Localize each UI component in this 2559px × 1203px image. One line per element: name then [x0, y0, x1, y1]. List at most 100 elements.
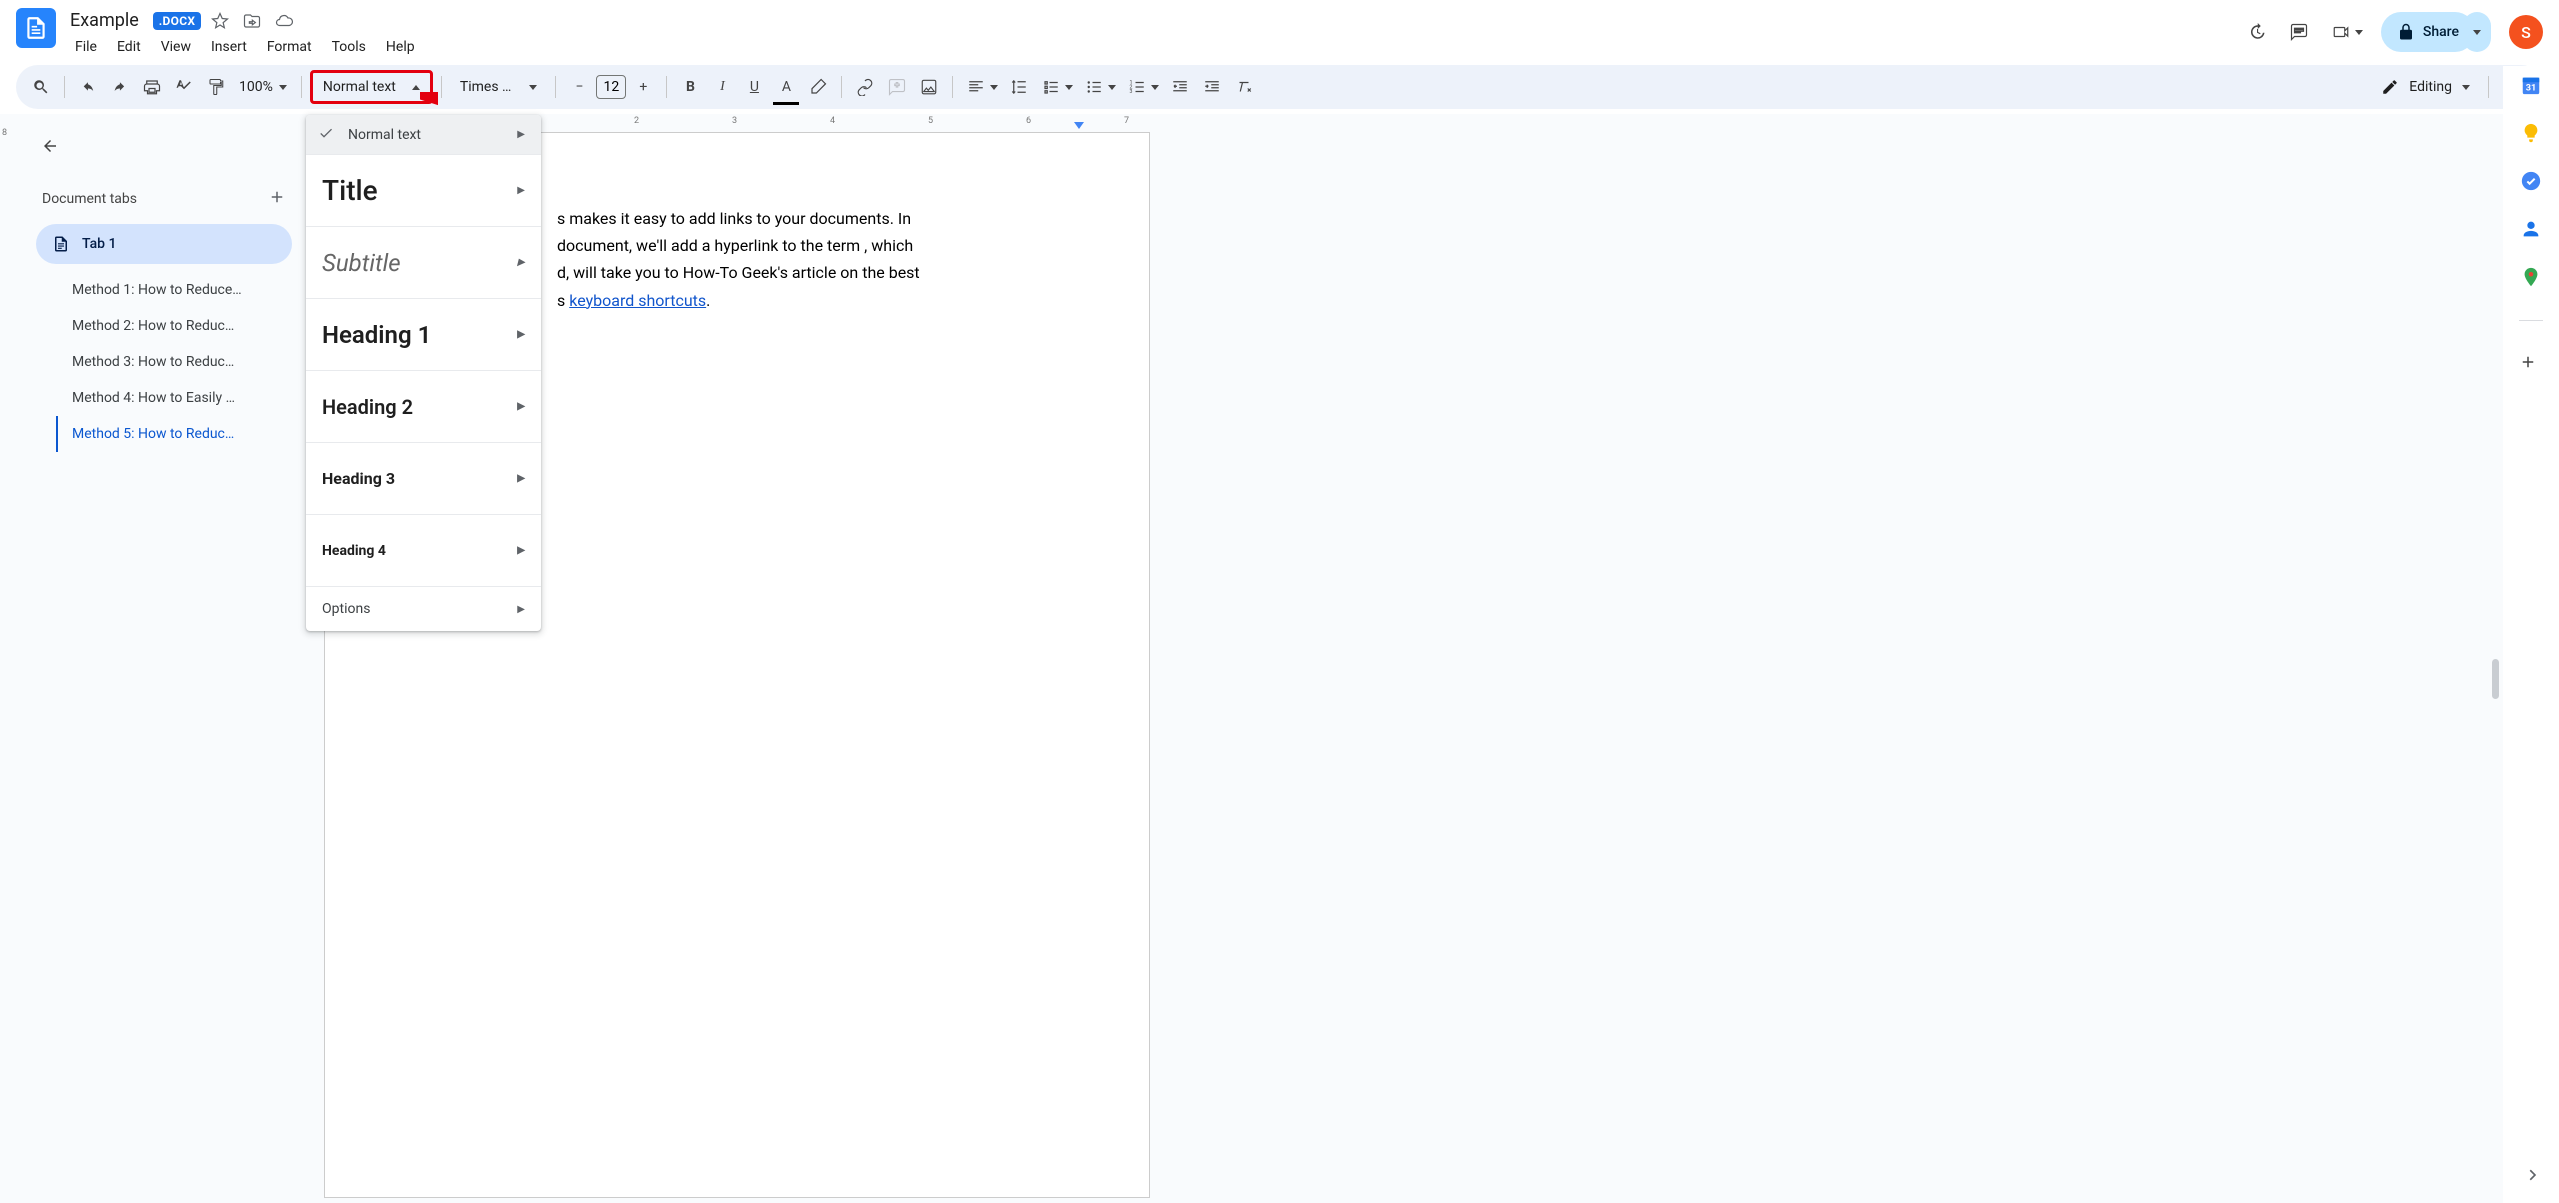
spellcheck-icon[interactable] — [169, 72, 199, 102]
toolbar: 100% Normal text Times … − + B I U A — [16, 65, 2543, 109]
paragraph-style-selector[interactable]: Normal text — [310, 70, 433, 104]
tab-label: Tab 1 — [82, 236, 116, 252]
underline-icon[interactable]: U — [739, 72, 769, 102]
font-size-input[interactable] — [596, 75, 626, 99]
submenu-arrow-icon: ▶ — [517, 185, 525, 196]
submenu-arrow-icon: ▶ — [517, 545, 525, 556]
menu-tools[interactable]: Tools — [323, 35, 375, 59]
hyperlink[interactable]: keyboard shortcuts — [569, 291, 706, 310]
star-icon[interactable] — [211, 12, 229, 30]
bulleted-list-icon[interactable] — [1079, 72, 1109, 102]
add-tab-icon[interactable] — [268, 188, 286, 210]
search-menus-icon[interactable] — [26, 72, 56, 102]
document-area: 2 3 4 5 6 7 s makes it easy to add links… — [304, 114, 2503, 1203]
insert-link-icon[interactable] — [850, 72, 880, 102]
style-option-heading2[interactable]: Heading 2 ▶ — [306, 371, 541, 443]
font-selector[interactable]: Times … — [450, 79, 548, 95]
outline-item[interactable]: Method 1: How to Reduce… — [56, 272, 292, 308]
outline-item[interactable]: Method 3: How to Reduc… — [56, 344, 292, 380]
add-comment-icon[interactable] — [882, 72, 912, 102]
history-icon[interactable] — [2245, 20, 2269, 44]
mode-label: Editing — [2409, 79, 2452, 95]
numbered-caret-icon[interactable] — [1151, 85, 1159, 90]
style-caret-icon — [412, 85, 420, 90]
account-avatar[interactable]: S — [2509, 15, 2543, 49]
vertical-ruler: 8 — [0, 114, 18, 1203]
clear-formatting-icon[interactable] — [1229, 72, 1259, 102]
paragraph-styles-dropdown: Normal text ▶ Title ▶ Subtitle ▶ Heading… — [306, 115, 541, 631]
outline-item[interactable]: Method 4: How to Easily … — [56, 380, 292, 416]
italic-icon[interactable]: I — [707, 72, 737, 102]
align-icon[interactable] — [961, 72, 991, 102]
style-option-normal[interactable]: Normal text ▶ — [306, 115, 541, 155]
svg-text:3: 3 — [1130, 89, 1133, 95]
share-dropdown-button[interactable] — [2463, 12, 2491, 52]
share-label: Share — [2423, 24, 2459, 40]
keep-icon[interactable] — [2520, 122, 2542, 144]
hide-sidepanel-icon[interactable] — [2523, 1165, 2543, 1189]
bullet-caret-icon[interactable] — [1108, 85, 1116, 90]
horizontal-ruler[interactable]: 2 3 4 5 6 7 — [324, 114, 2503, 132]
highlight-icon[interactable] — [803, 72, 833, 102]
style-option-title[interactable]: Title ▶ — [306, 155, 541, 227]
style-option-heading3[interactable]: Heading 3 ▶ — [306, 443, 541, 515]
zoom-caret-icon[interactable] — [279, 85, 287, 90]
maps-icon[interactable] — [2520, 266, 2542, 288]
redo-icon[interactable] — [105, 72, 135, 102]
cloud-status-icon[interactable] — [275, 12, 293, 30]
mode-selector[interactable]: Editing — [2371, 78, 2480, 96]
submenu-arrow-icon: ▶ — [517, 257, 525, 268]
outline-item[interactable]: Method 5: How to Reduc… — [56, 416, 292, 452]
style-option-heading4[interactable]: Heading 4 ▶ — [306, 515, 541, 587]
right-indent-marker[interactable] — [1074, 122, 1084, 129]
menu-help[interactable]: Help — [377, 35, 424, 59]
increase-font-icon[interactable]: + — [628, 72, 658, 102]
outline-item[interactable]: Method 2: How to Reduc… — [56, 308, 292, 344]
style-option-heading1[interactable]: Heading 1 ▶ — [306, 299, 541, 371]
menu-format[interactable]: Format — [258, 35, 321, 59]
style-selector-label: Normal text — [323, 79, 396, 95]
checklist-caret-icon[interactable] — [1065, 85, 1073, 90]
move-icon[interactable] — [243, 12, 261, 30]
check-icon — [318, 125, 334, 145]
docx-badge: .DOCX — [153, 12, 202, 30]
line-spacing-icon[interactable] — [1004, 72, 1034, 102]
tab-item-1[interactable]: Tab 1 — [36, 224, 292, 264]
undo-icon[interactable] — [73, 72, 103, 102]
increase-indent-icon[interactable] — [1197, 72, 1227, 102]
tasks-icon[interactable] — [2520, 170, 2542, 192]
decrease-indent-icon[interactable] — [1165, 72, 1195, 102]
menu-insert[interactable]: Insert — [202, 35, 256, 59]
docs-logo[interactable] — [16, 8, 56, 48]
back-arrow-icon[interactable] — [36, 132, 64, 160]
checklist-icon[interactable] — [1036, 72, 1066, 102]
meet-caret-icon[interactable] — [2355, 30, 2363, 35]
menu-view[interactable]: View — [152, 35, 200, 59]
menu-file[interactable]: File — [66, 35, 106, 59]
align-caret-icon[interactable] — [990, 85, 998, 90]
paint-format-icon[interactable] — [201, 72, 231, 102]
share-button[interactable]: Share — [2381, 12, 2475, 52]
contacts-icon[interactable] — [2520, 218, 2542, 240]
tabs-header-label: Document tabs — [42, 191, 137, 207]
document-title[interactable]: Example — [66, 8, 143, 33]
text-color-icon[interactable]: A — [771, 72, 801, 102]
calendar-icon[interactable]: 31 — [2520, 74, 2542, 96]
side-panel: 31 — [2503, 66, 2559, 1203]
meet-icon[interactable] — [2329, 20, 2353, 44]
menu-edit[interactable]: Edit — [108, 35, 150, 59]
zoom-value[interactable]: 100% — [239, 79, 273, 95]
get-addons-icon[interactable] — [2519, 353, 2543, 377]
decrease-font-icon[interactable]: − — [564, 72, 594, 102]
numbered-list-icon[interactable]: 123 — [1122, 72, 1152, 102]
print-icon[interactable] — [137, 72, 167, 102]
submenu-arrow-icon: ▶ — [517, 473, 525, 484]
insert-image-icon[interactable] — [914, 72, 944, 102]
comments-icon[interactable] — [2287, 20, 2311, 44]
bold-icon[interactable]: B — [675, 72, 705, 102]
style-option-subtitle[interactable]: Subtitle ▶ — [306, 227, 541, 299]
submenu-arrow-icon: ▶ — [517, 401, 525, 412]
style-option-options[interactable]: Options ▶ — [306, 587, 541, 631]
scrollbar-thumb[interactable] — [2492, 659, 2499, 699]
font-caret-icon — [529, 85, 537, 90]
